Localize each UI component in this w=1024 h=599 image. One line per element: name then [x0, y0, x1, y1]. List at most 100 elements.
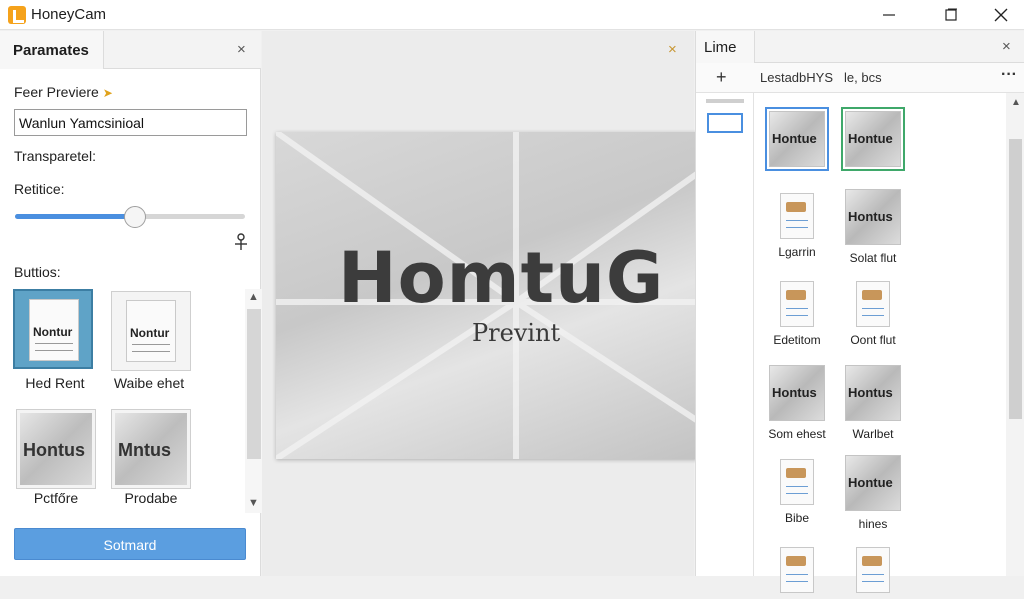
library-item-text: Hontus — [848, 209, 893, 224]
tile-caption: Pctfőre — [33, 490, 79, 506]
preview-area: × HomtuG Prevint — [262, 31, 756, 576]
library-item-caption: Lgarrin — [778, 245, 816, 259]
panel-close-icon[interactable]: × — [237, 41, 246, 58]
document-icon — [856, 281, 890, 327]
resize-label: Retitice: — [14, 181, 65, 197]
library-item-text: Hontue — [848, 475, 893, 490]
scroll-up-icon[interactable]: ▲ — [248, 291, 259, 303]
tile-text: Nontur — [33, 325, 73, 339]
image-thumbnail: Hontue — [845, 455, 901, 511]
move-icon[interactable] — [233, 233, 249, 251]
library-item-caption: Oont flut — [850, 333, 896, 347]
scroll-up-icon[interactable]: ▲ — [1011, 97, 1021, 108]
image-thumbnail: Hontus — [845, 365, 901, 421]
scrollbar-thumb[interactable] — [247, 309, 261, 459]
library-item[interactable]: Oont flut — [838, 277, 908, 347]
minimize-button[interactable] — [866, 0, 912, 30]
grid-scrollbar[interactable]: ▲ ▼ — [245, 289, 263, 513]
image-thumbnail: Hontus — [845, 189, 901, 245]
library-item[interactable]: Hontus Warlbet — [838, 365, 908, 441]
library-item[interactable]: Hontue hines — [838, 455, 908, 531]
close-button[interactable] — [978, 0, 1024, 30]
tool-sort[interactable]: LestadbHYS — [760, 70, 833, 85]
buttons-label: Buttios: — [14, 264, 61, 280]
add-icon[interactable]: + — [716, 67, 727, 88]
library-item-caption: Edetitom — [773, 333, 821, 347]
preview-canvas[interactable]: HomtuG Prevint — [276, 132, 756, 459]
title-bar: HoneyCam — [0, 0, 1024, 30]
library-panel: Lime × + LestadbHYS le, bcs ··· Hontue Ho… — [695, 31, 1024, 593]
tab-parameters[interactable]: Paramates — [0, 31, 104, 69]
parameters-panel: Paramates × Feer Previere ➤ Transparetel… — [0, 31, 263, 576]
tile-caption: Waibe ehet — [113, 375, 185, 391]
library-item[interactable] — [762, 543, 832, 599]
tile-text: Hontus — [23, 440, 85, 460]
library-item-caption: Bibe — [784, 511, 810, 525]
library-toolbar: + LestadbHYS le, bcs ··· — [696, 63, 1024, 93]
strip-selected-item[interactable] — [707, 113, 743, 133]
preview-label-text: Feer Previere — [14, 84, 99, 100]
transparency-label: Transparetel: — [14, 148, 96, 164]
library-item[interactable]: Hontue — [838, 107, 908, 173]
tile-hed-rent[interactable]: Nontur — [13, 289, 93, 369]
tool-filter[interactable]: le, bcs — [844, 70, 882, 85]
app-title: HoneyCam — [31, 6, 107, 23]
tile-lines — [132, 344, 170, 352]
library-item[interactable]: Bibe — [762, 455, 832, 525]
strip-handle[interactable] — [706, 99, 744, 103]
buttons-grid: Nontur Hed Rent Nontur Waibe ehet Hontus… — [8, 289, 263, 513]
tile-pctfore[interactable]: Hontus — [16, 409, 96, 489]
tile-waibe-ehet[interactable]: Nontur — [111, 291, 191, 371]
submit-button[interactable]: Sotmard — [14, 528, 246, 560]
document-icon — [780, 281, 814, 327]
slider-thumb[interactable] — [123, 206, 146, 228]
document-icon — [780, 459, 814, 505]
image-thumbnail: Hontue — [841, 107, 905, 171]
library-item-caption: Warlbet — [852, 427, 894, 441]
tile-lines — [35, 343, 73, 351]
app-icon — [8, 6, 26, 24]
document-icon — [856, 547, 890, 593]
preview-title: HomtuG — [338, 237, 665, 319]
preview-close-icon[interactable]: × — [668, 41, 677, 58]
tile-caption: Hed Rent — [25, 375, 85, 391]
more-icon[interactable]: ··· — [1001, 66, 1017, 84]
tile-prodabe[interactable]: Mntus — [111, 409, 191, 489]
library-scrollbar[interactable]: ▲ — [1006, 93, 1024, 576]
library-item[interactable]: Hontus Solat flut — [838, 189, 908, 265]
library-item-text: Hontus — [848, 385, 893, 400]
scroll-down-icon[interactable]: ▼ — [248, 497, 259, 509]
library-side-strip — [696, 93, 754, 576]
name-input[interactable] — [14, 109, 247, 136]
library-tab-bar: Lime × — [696, 31, 1024, 63]
document-icon — [780, 547, 814, 593]
maximize-button[interactable] — [928, 0, 974, 30]
library-item-caption: Som ehest — [768, 427, 826, 441]
library-item-caption: hines — [858, 517, 888, 531]
close-icon — [994, 8, 1008, 22]
image-thumbnail: Hontus — [769, 365, 825, 421]
document-icon — [780, 193, 814, 239]
library-item[interactable]: Edetitom — [762, 277, 832, 347]
scrollbar-thumb[interactable] — [1009, 139, 1022, 419]
tile-text: Nontur — [130, 326, 170, 340]
preview-subtitle: Prevint — [472, 319, 561, 347]
library-item[interactable]: Lgarrin — [762, 189, 832, 259]
image-thumbnail: Hontue — [765, 107, 829, 171]
library-item-text: Hontus — [772, 385, 817, 400]
minimize-icon — [883, 14, 895, 16]
library-item-text: Hontue — [848, 131, 893, 146]
library-item-text: Hontue — [772, 131, 817, 146]
preview-label: Feer Previere ➤ — [14, 84, 113, 100]
library-item[interactable]: Hontus Som ehest — [762, 365, 832, 441]
slider-fill — [15, 214, 135, 219]
library-close-icon[interactable]: × — [1002, 38, 1011, 55]
pointer-icon: ➤ — [102, 86, 113, 100]
tile-caption: Prodabe — [124, 490, 178, 506]
tile-text: Mntus — [118, 440, 171, 460]
library-item[interactable] — [838, 543, 908, 599]
maximize-icon — [945, 8, 957, 21]
tab-lime[interactable]: Lime — [696, 31, 755, 63]
library-item[interactable]: Hontue — [762, 107, 832, 173]
library-list: Hontue Hontue Lgarrin Hontus Solat flut Edeti… — [754, 93, 1006, 593]
